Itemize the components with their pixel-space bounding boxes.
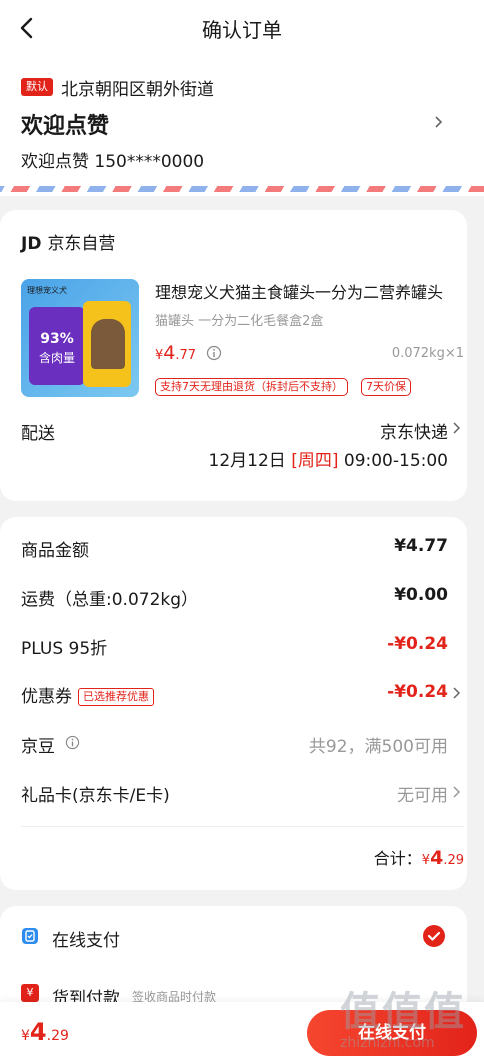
- shipping-date[interactable]: 12月12日 [周四] 09:00-15:00: [209, 446, 448, 471]
- default-address-badge: 默认: [21, 78, 53, 96]
- online-pay-label[interactable]: 在线支付: [52, 926, 120, 951]
- chevron-right-icon: [435, 116, 443, 128]
- shop-label: 京东自营: [47, 234, 116, 254]
- thumb-percent-label: 含肉量: [38, 351, 75, 365]
- gift-card-row[interactable]: 礼品卡(京东卡/E卡) 无可用: [21, 781, 484, 806]
- info-icon[interactable]: [206, 345, 222, 361]
- address-recipient-name: 欢迎点赞: [21, 114, 110, 139]
- jingdou-row: 京豆 共92，满500可用: [21, 735, 448, 757]
- info-icon[interactable]: [65, 735, 80, 750]
- watermark-url: zhizhizhi.com: [340, 1035, 435, 1051]
- thumb-brand: 理想宠义犬: [27, 286, 67, 295]
- address-region: 北京朝阳区朝外街道: [61, 80, 214, 100]
- product-quantity: 0.072kg×1: [391, 346, 464, 361]
- thumb-percent: 93%: [40, 331, 74, 347]
- coupon-row[interactable]: 优惠券 已选推荐优惠 -¥0.24: [21, 682, 484, 707]
- address-card[interactable]: 默认 北京朝阳区朝外街道 欢迎点赞 欢迎点赞 150****0000: [0, 56, 484, 196]
- chevron-right-icon: [453, 786, 461, 798]
- chevron-right-icon: [453, 422, 461, 434]
- freight-row: 运费（总重:0.072kg） ¥0.00: [21, 585, 448, 610]
- return-policy-tag: 支持7天无理由退货（拆封后不支持）: [155, 378, 348, 396]
- summary-divider: [21, 826, 464, 827]
- thumb-cat: [91, 319, 125, 369]
- order-total: 合计：¥4.29: [373, 847, 464, 869]
- cash-on-delivery-icon: ¥: [21, 984, 39, 1002]
- price-protect-tag: 7天价保: [361, 378, 411, 396]
- product-thumbnail[interactable]: 理想宠义犬 93% 含肉量: [21, 279, 139, 397]
- check-icon[interactable]: [423, 925, 445, 947]
- online-pay-icon: [22, 928, 38, 944]
- address-stripe-divider: [0, 186, 484, 192]
- checkout-total: ¥4.29: [21, 1018, 69, 1046]
- watermark-chars: 值值值: [340, 989, 466, 1035]
- plus-discount-row: PLUS 95折 -¥0.24: [21, 634, 448, 659]
- goods-amount-row: 商品金额 ¥4.77: [21, 536, 448, 561]
- top-bar: 确认订单: [0, 0, 484, 56]
- chevron-right-icon: [453, 687, 461, 699]
- shipping-label: 配送: [21, 424, 55, 444]
- shipping-method[interactable]: 京东快递: [380, 418, 448, 443]
- page-title: 确认订单: [202, 18, 282, 42]
- watermark: 值值值 zhizhizhi.com: [336, 975, 476, 1061]
- shop-name: JD 京东自营: [21, 229, 115, 254]
- product-price: ¥4.77: [155, 342, 197, 364]
- coupon-selected-tag: 已选推荐优惠: [78, 688, 154, 706]
- jd-logo: JD: [21, 234, 42, 254]
- address-contact: 欢迎点赞 150****0000: [21, 152, 205, 172]
- product-spec: 猫罐头 一分为二化毛餐盒2盒: [155, 314, 324, 329]
- product-title[interactable]: 理想宠义犬猫主食罐头一分为二营养罐头: [155, 279, 450, 303]
